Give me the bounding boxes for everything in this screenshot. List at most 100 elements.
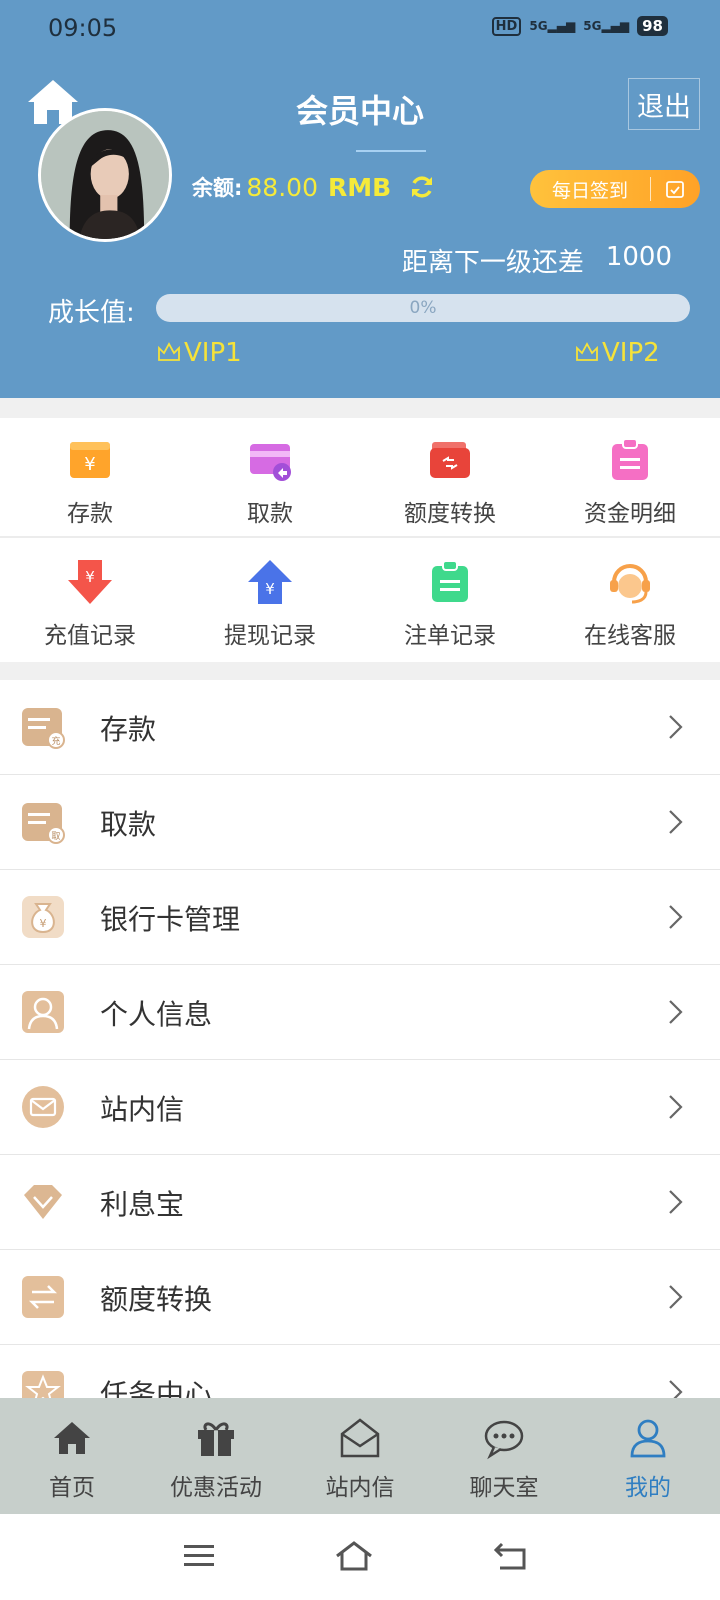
- list-label: 任务中心: [100, 1378, 213, 1400]
- quick-action-grid: ¥ 存款 取款 额度转换 资金明细 ¥ 充值记录 ¥ 提现记录 注单记录 在线客…: [0, 418, 720, 662]
- list-item-withdraw[interactable]: 取 取款: [0, 775, 720, 870]
- balance-value: 88.00: [246, 172, 318, 202]
- crown-icon: [576, 342, 598, 361]
- user-icon: [630, 1419, 666, 1458]
- chevron-right-icon: [669, 1380, 683, 1400]
- list-label: 银行卡管理: [100, 903, 241, 936]
- growth-progress-bar: 0%: [156, 294, 690, 322]
- recharge-record-icon: ¥: [68, 560, 112, 604]
- system-home-icon[interactable]: [334, 1538, 374, 1574]
- nav-home[interactable]: 首页: [0, 1398, 144, 1514]
- quick-row-1: ¥ 存款 取款 额度转换 资金明细: [0, 418, 720, 538]
- grid-item-deposit[interactable]: ¥ 存款: [0, 418, 180, 538]
- vip-next-label: VIP2: [602, 338, 660, 368]
- balance-label: 余额:: [192, 176, 243, 200]
- nav-label: 我的: [625, 1475, 671, 1501]
- calendar-check-icon: [651, 179, 699, 199]
- bottom-nav: 首页 优惠活动 站内信 聊天室 我的: [0, 1398, 720, 1514]
- back-icon[interactable]: [492, 1538, 532, 1574]
- menu-list: 充 存款 取 取款 ¥ 银行卡管理 个人信息 站内信 利息宝 额度转换 任务中心: [0, 680, 720, 1400]
- chevron-right-icon: [669, 1285, 683, 1309]
- list-label: 额度转换: [100, 1283, 213, 1316]
- list-label: 取款: [100, 808, 157, 841]
- avatar[interactable]: [38, 108, 172, 242]
- grid-label: 额度转换: [404, 501, 496, 527]
- list-item-interest[interactable]: 利息宝: [0, 1155, 720, 1250]
- svg-text:¥: ¥: [265, 580, 275, 598]
- grid-label: 取款: [247, 501, 293, 527]
- daily-checkin-button[interactable]: 每日签到: [530, 170, 700, 208]
- nav-mine[interactable]: 我的: [576, 1398, 720, 1514]
- transfer-icon: [22, 1276, 64, 1318]
- list-label: 个人信息: [100, 998, 213, 1031]
- logout-button[interactable]: 退出: [628, 78, 700, 130]
- deposit-list-icon: 充: [22, 708, 65, 749]
- nav-promotions[interactable]: 优惠活动: [144, 1398, 288, 1514]
- nav-label: 首页: [49, 1475, 95, 1501]
- list-item-personal-info[interactable]: 个人信息: [0, 965, 720, 1060]
- signal-icon-2: 5G▂▄▆: [583, 19, 630, 33]
- vip-current: VIP1: [156, 338, 242, 368]
- grid-label: 在线客服: [584, 623, 676, 649]
- nav-messages[interactable]: 站内信: [288, 1398, 432, 1514]
- mail-icon: [22, 1086, 64, 1128]
- grid-item-fund-detail[interactable]: 资金明细: [540, 418, 720, 538]
- signal-icon-1: 5G▂▄▆: [529, 19, 576, 33]
- list-item-bank-card[interactable]: ¥ 银行卡管理: [0, 870, 720, 965]
- svg-text:¥: ¥: [84, 454, 95, 475]
- list-item-deposit[interactable]: 充 存款: [0, 680, 720, 775]
- status-icons: HD 5G▂▄▆ 5G▂▄▆ 98: [491, 16, 668, 36]
- grid-label: 注单记录: [404, 623, 496, 649]
- list-item-task-center[interactable]: 任务中心: [0, 1345, 720, 1400]
- home-icon: [54, 1422, 90, 1454]
- crown-icon: [158, 342, 180, 361]
- svg-text:充: 充: [51, 735, 60, 747]
- refresh-icon[interactable]: [409, 174, 435, 200]
- grid-label: 存款: [67, 501, 113, 527]
- grid-item-recharge-record[interactable]: ¥ 充值记录: [0, 540, 180, 660]
- progress-text: 0%: [409, 298, 437, 318]
- withdraw-record-icon: ¥: [248, 560, 292, 604]
- envelope-icon: [340, 1418, 380, 1458]
- fund-detail-icon: [612, 438, 648, 480]
- nav-label: 站内信: [325, 1475, 395, 1501]
- list-item-transfer[interactable]: 额度转换: [0, 1250, 720, 1345]
- chevron-right-icon: [669, 1190, 683, 1214]
- grid-item-withdraw-record[interactable]: ¥ 提现记录: [180, 540, 360, 660]
- next-level-value: 1000: [605, 242, 672, 272]
- hd-icon: HD: [491, 16, 522, 36]
- svg-text:¥: ¥: [40, 917, 47, 930]
- bank-card-icon: ¥: [22, 896, 64, 938]
- list-item-mail[interactable]: 站内信: [0, 1060, 720, 1155]
- quick-row-2: ¥ 充值记录 ¥ 提现记录 注单记录 在线客服: [0, 540, 720, 660]
- grid-item-bet-record[interactable]: 注单记录: [360, 540, 540, 660]
- list-label: 存款: [100, 713, 157, 746]
- list-label: 利息宝: [100, 1188, 185, 1221]
- list-label: 站内信: [100, 1093, 185, 1126]
- task-icon: [22, 1371, 64, 1400]
- nav-chat[interactable]: 聊天室: [432, 1398, 576, 1514]
- avatar-photo: [41, 111, 169, 239]
- withdraw-card-icon: [250, 444, 291, 481]
- gift-icon: [198, 1422, 234, 1456]
- deposit-icon: ¥: [70, 442, 110, 478]
- chevron-right-icon: [669, 715, 683, 739]
- nav-label: 优惠活动: [170, 1475, 262, 1501]
- vip-next: VIP2: [574, 338, 660, 368]
- status-bar: 09:05 HD 5G▂▄▆ 5G▂▄▆ 98: [0, 0, 720, 56]
- grid-item-transfer[interactable]: 额度转换: [360, 418, 540, 538]
- menu-icon[interactable]: [180, 1538, 220, 1574]
- chevron-right-icon: [669, 810, 683, 834]
- title-underline: [356, 150, 426, 152]
- customer-service-icon: [610, 564, 650, 604]
- svg-text:¥: ¥: [85, 568, 95, 586]
- grid-item-customer-service[interactable]: 在线客服: [540, 540, 720, 660]
- person-icon: [22, 991, 64, 1033]
- interest-icon: [24, 1185, 62, 1219]
- vip-current-label: VIP1: [184, 338, 242, 368]
- withdraw-list-icon: 取: [22, 803, 65, 844]
- grid-item-withdraw[interactable]: 取款: [180, 418, 360, 538]
- status-time: 09:05: [48, 14, 118, 42]
- next-level-info: 距离下一级还差 1000: [402, 242, 672, 279]
- chevron-right-icon: [669, 1000, 683, 1024]
